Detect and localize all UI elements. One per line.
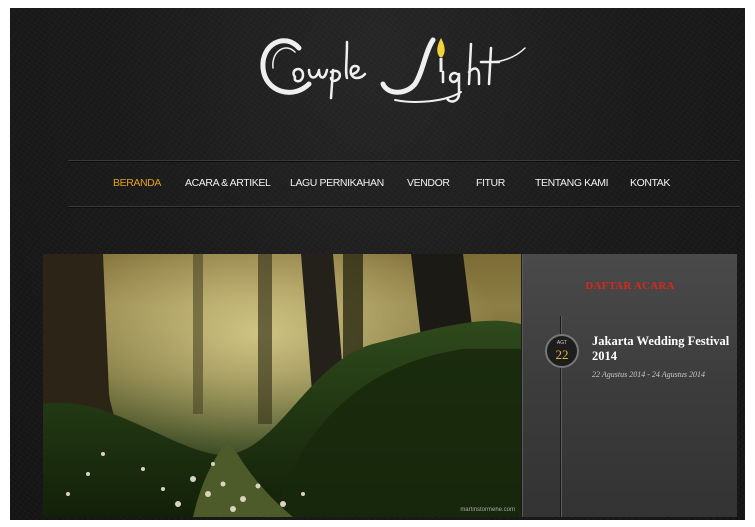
- event-title-link[interactable]: Jakarta Wedding Festival 2014: [592, 334, 734, 364]
- logo-graphic: [260, 37, 526, 103]
- nav-bottom-divider: [68, 206, 740, 207]
- hero-slider-image[interactable]: martinstormehe.com: [43, 254, 521, 517]
- hero-image-credit: martinstormehe.com: [460, 507, 515, 513]
- forest-illustration: [43, 254, 521, 517]
- event-month: AGT: [556, 340, 568, 346]
- nav-item-acara-artikel[interactable]: ACARA & ARTIKEL: [185, 161, 271, 206]
- nav-item-beranda[interactable]: BERANDA: [113, 161, 161, 206]
- event-date-badge: AGT 22: [545, 334, 579, 368]
- nav-item-tentang-kami[interactable]: TENTANG KAMI: [535, 161, 609, 206]
- event-date-range: 22 Agustus 2014 - 24 Agustus 2014: [592, 370, 706, 379]
- event-day: 22: [555, 347, 569, 362]
- page-frame: BERANDA ACARA & ARTIKEL LAGU PERNIKAHAN …: [10, 8, 745, 520]
- nav-item-lagu-pernikahan[interactable]: LAGU PERNIKAHAN: [290, 161, 384, 206]
- nav-item-fitur[interactable]: FITUR: [476, 161, 505, 206]
- main-navigation: BERANDA ACARA & ARTIKEL LAGU PERNIKAHAN …: [68, 161, 740, 206]
- site-logo[interactable]: [255, 22, 535, 116]
- nav-item-vendor[interactable]: VENDOR: [407, 161, 450, 206]
- events-panel-title: DAFTAR ACARA: [585, 280, 675, 292]
- events-panel: DAFTAR ACARA AGT 22 Jakarta Wedding Fest…: [522, 254, 737, 517]
- nav-item-kontak[interactable]: KONTAK: [630, 161, 670, 206]
